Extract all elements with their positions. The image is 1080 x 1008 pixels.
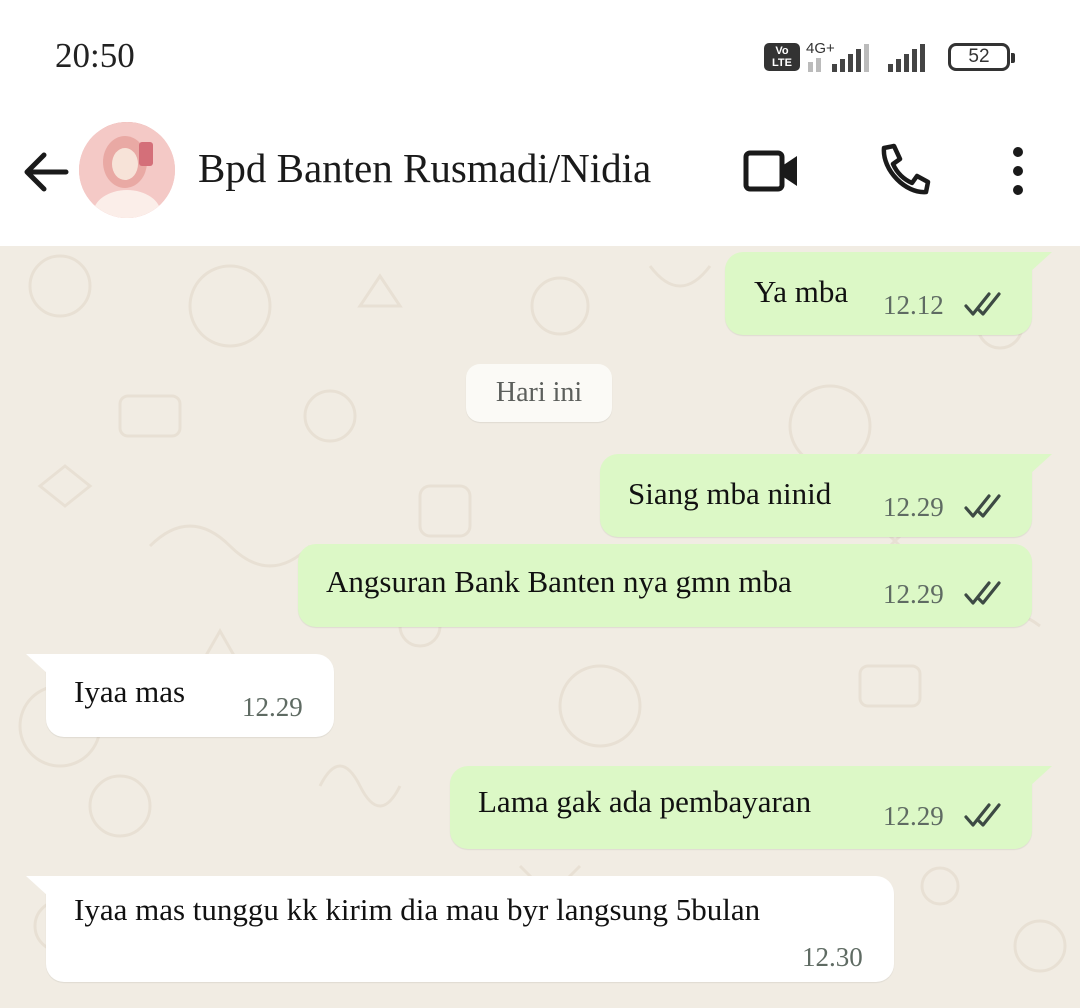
message-time: 12.29 — [883, 579, 944, 609]
contact-name[interactable]: Bpd Banten Rusmadi/Nidia — [198, 144, 651, 192]
phone-icon[interactable] — [876, 142, 932, 198]
bubble-tail — [1030, 454, 1052, 474]
signal-icon — [808, 44, 869, 72]
read-double-check-icon — [964, 292, 1001, 316]
chat-header: Bpd Banten Rusmadi/Nidia — [0, 110, 1080, 246]
message-time: 12.29 — [883, 492, 944, 522]
contact-avatar[interactable] — [79, 122, 175, 218]
bubble-tail — [26, 654, 48, 674]
status-bar: 20:50 Vo LTE 4G+ 52 — [0, 0, 1080, 110]
message-time: 12.12 — [883, 290, 944, 320]
read-double-check-icon — [964, 803, 1001, 827]
message-text: Iyaa mas tunggu kk kirim dia mau byr lan… — [74, 892, 761, 927]
message-text: Siang mba ninid — [628, 476, 832, 511]
status-time: 20:50 — [55, 36, 135, 75]
bubble-tail — [1030, 252, 1052, 272]
volte-icon: Vo LTE — [764, 43, 800, 71]
back-arrow-icon[interactable] — [18, 145, 72, 199]
message-bubble-incoming[interactable]: Iyaa mas 12.29 — [46, 654, 334, 737]
message-text: Lama gak ada pembayaran — [478, 784, 812, 819]
more-options-icon[interactable] — [1006, 146, 1030, 196]
date-separator: Hari ini — [466, 364, 612, 422]
message-bubble-outgoing[interactable]: Lama gak ada pembayaran 12.29 — [450, 766, 1032, 849]
message-bubble-outgoing[interactable]: Angsuran Bank Banten nya gmn mba 12.29 — [298, 544, 1032, 627]
bubble-tail — [1030, 766, 1052, 786]
battery-indicator: 52 — [948, 43, 1015, 71]
message-bubble-outgoing[interactable]: Ya mba 12.12 — [725, 252, 1032, 335]
message-time: 12.29 — [883, 801, 944, 831]
message-text: Ya mba — [754, 274, 849, 309]
signal-icon-2 — [888, 44, 925, 72]
read-double-check-icon — [964, 581, 1001, 605]
video-call-icon[interactable] — [742, 146, 802, 196]
message-time: 12.30 — [802, 942, 863, 972]
chat-area[interactable]: Ya mba 12.12 Hari ini Siang mba ninid 12… — [0, 246, 1080, 1008]
message-bubble-outgoing[interactable]: Siang mba ninid 12.29 — [600, 454, 1032, 537]
read-double-check-icon — [964, 494, 1001, 518]
message-text: Iyaa mas — [74, 674, 186, 709]
message-time: 12.29 — [242, 692, 303, 722]
message-bubble-incoming[interactable]: Iyaa mas tunggu kk kirim dia mau byr lan… — [46, 876, 894, 982]
bubble-tail — [26, 876, 48, 896]
message-text: Angsuran Bank Banten nya gmn mba — [326, 564, 792, 599]
